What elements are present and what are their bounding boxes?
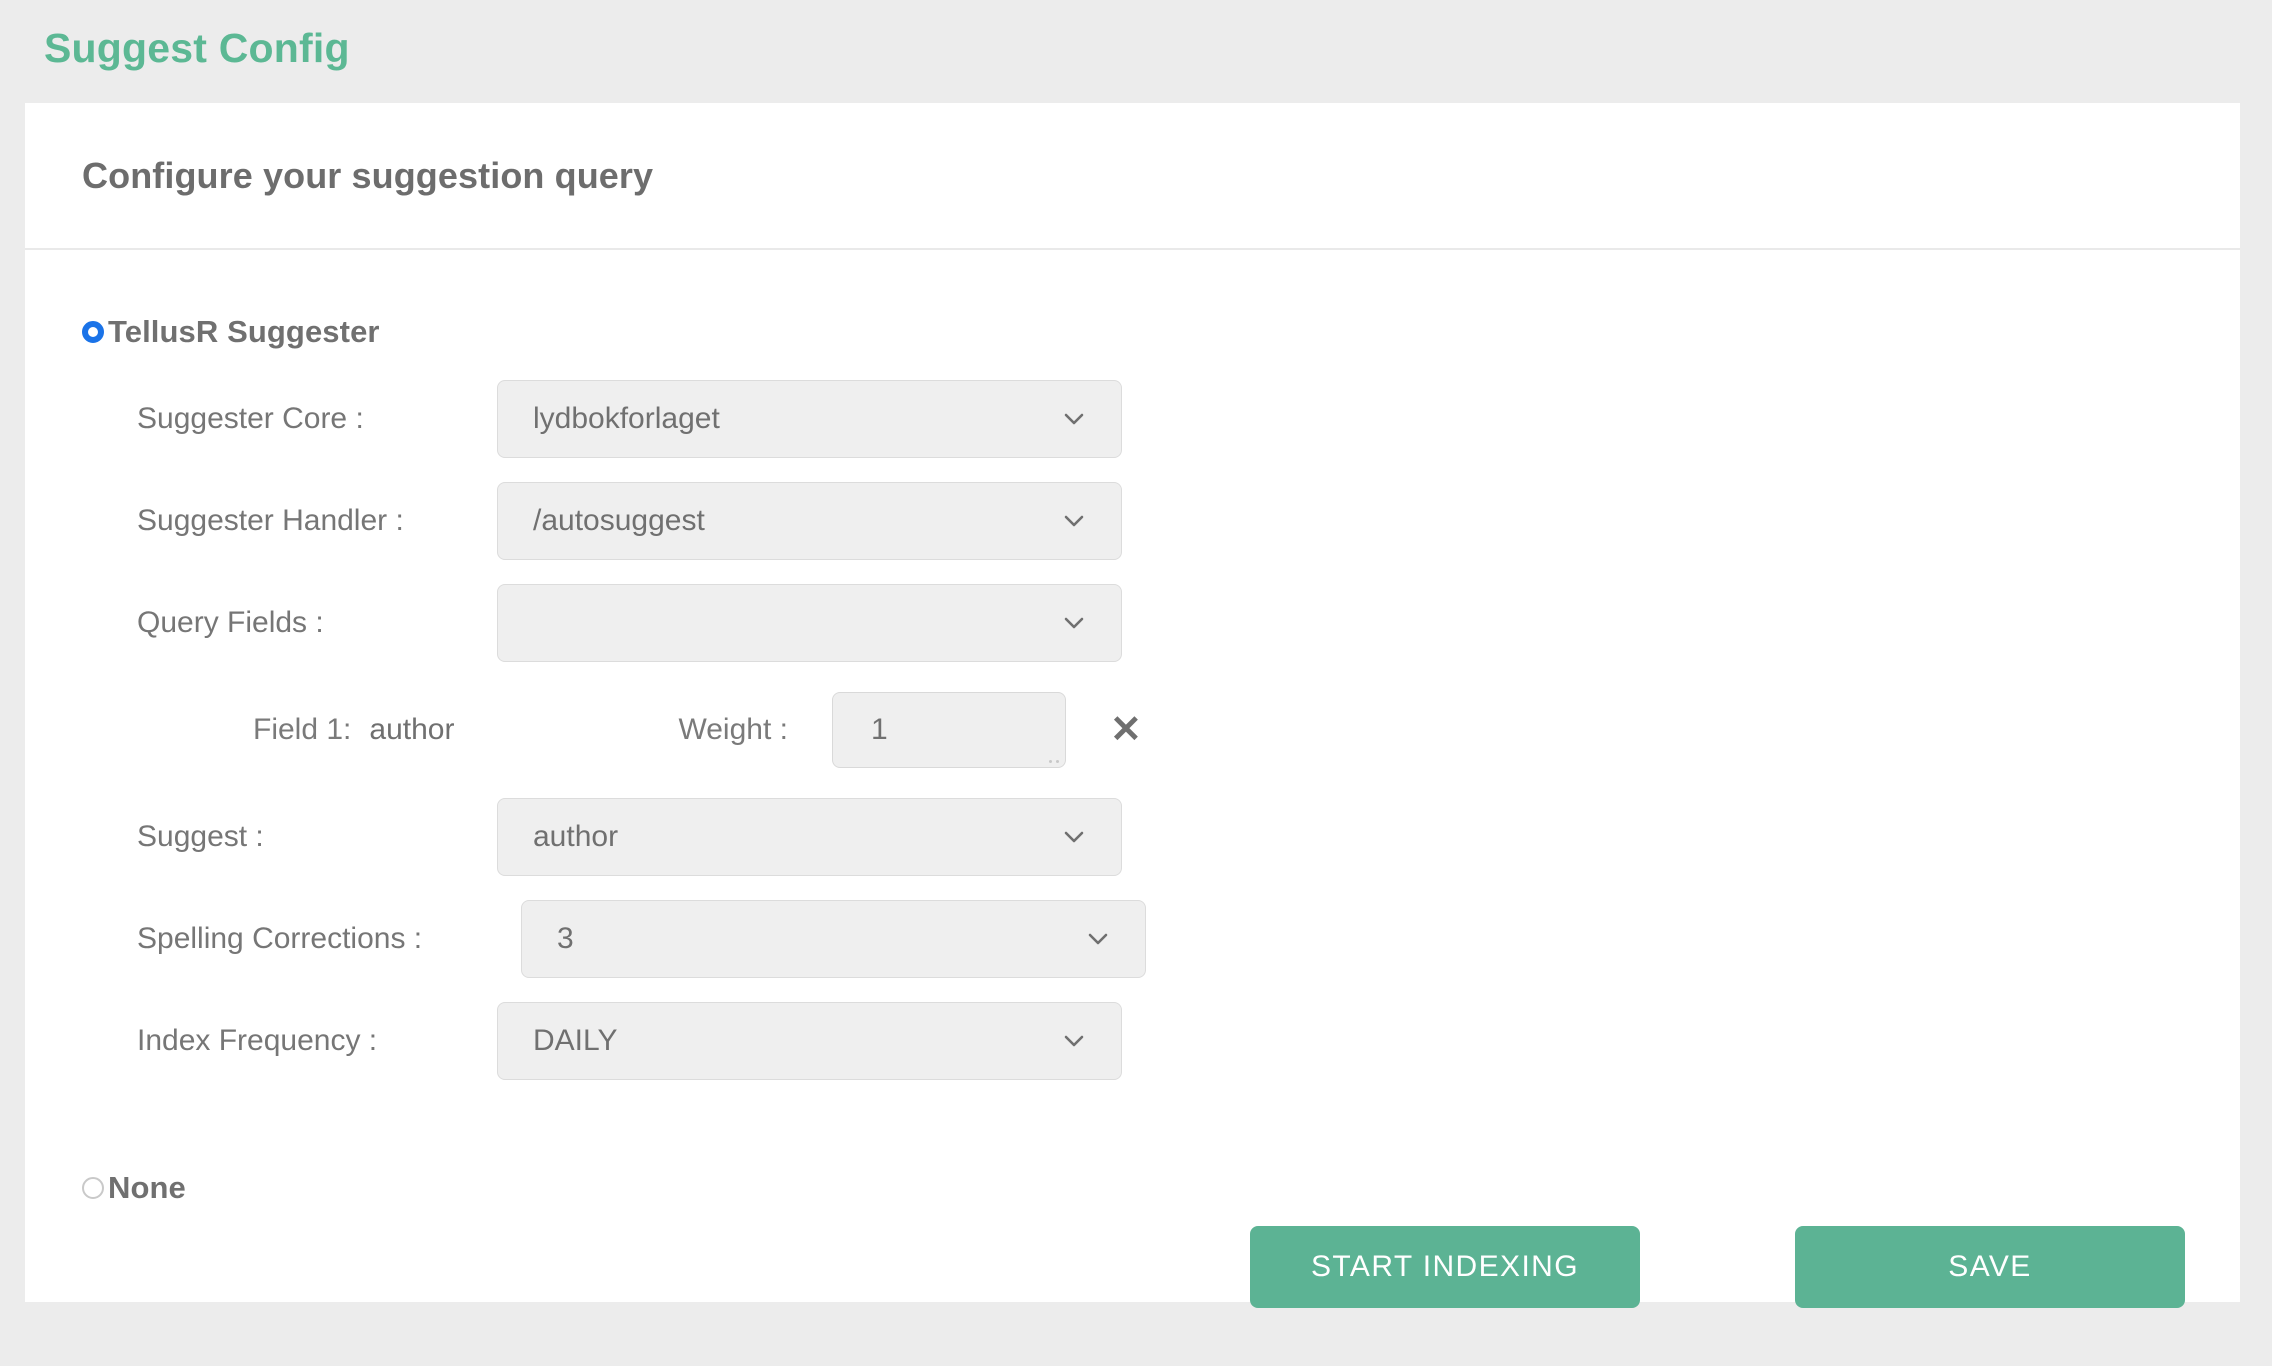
field-index-frequency: DAILY xyxy=(497,1002,1122,1080)
form-row-suggester-core: Suggester Core : lydbokforlaget xyxy=(25,368,2240,470)
page-header: Suggest Config xyxy=(0,0,2272,96)
select-suggester-core[interactable]: lydbokforlaget xyxy=(497,380,1122,458)
value-field-name: author xyxy=(369,713,455,746)
label-field-index: Field 1: xyxy=(253,713,352,746)
label-weight: Weight : xyxy=(678,713,788,746)
card-header-title: Configure your suggestion query xyxy=(82,154,654,196)
option-tellusr-label: TellusR Suggester xyxy=(108,314,380,349)
option-none[interactable]: None xyxy=(25,1170,2240,1206)
select-suggester-handler[interactable]: /autosuggest xyxy=(497,482,1122,560)
chevron-down-icon xyxy=(1063,612,1085,634)
query-field-entry-row: Field 1: author Weight : 1 ✕ xyxy=(25,674,2240,786)
chevron-down-icon xyxy=(1063,826,1085,848)
field-suggester-handler: /autosuggest xyxy=(497,482,1122,560)
select-suggest[interactable]: author xyxy=(497,798,1122,876)
select-index-frequency[interactable]: DAILY xyxy=(497,1002,1122,1080)
suggestion-config-card: Configure your suggestion query TellusR … xyxy=(25,103,2240,1308)
form-row-index-frequency: Index Frequency : DAILY xyxy=(25,990,2240,1092)
field-query-fields xyxy=(497,584,1122,662)
select-suggester-handler-value: /autosuggest xyxy=(533,504,705,537)
form-row-query-fields: Query Fields : xyxy=(25,572,2240,674)
input-weight[interactable]: 1 xyxy=(831,692,1066,768)
select-index-frequency-value: DAILY xyxy=(533,1024,618,1057)
start-indexing-button[interactable]: START INDEXING xyxy=(1250,1226,1640,1308)
field-suggest: author xyxy=(497,798,1122,876)
option-tellusr-suggester[interactable]: TellusR Suggester xyxy=(25,314,2240,350)
label-query-fields: Query Fields : xyxy=(137,606,324,639)
resize-handle-icon[interactable] xyxy=(1045,753,1059,763)
radio-none[interactable] xyxy=(82,1177,104,1199)
radio-tellusr-suggester[interactable] xyxy=(82,321,104,343)
label-spelling-corrections: Spelling Corrections : xyxy=(137,922,423,955)
select-suggest-value: author xyxy=(533,820,619,853)
card-body: TellusR Suggester Suggester Core : lydbo… xyxy=(25,314,2240,1366)
input-weight-value: 1 xyxy=(870,713,888,746)
field-suggester-core: lydbokforlaget xyxy=(497,380,1122,458)
form-row-suggest: Suggest : author xyxy=(25,786,2240,888)
form-row-spelling-corrections: Spelling Corrections : 3 xyxy=(25,888,2240,990)
form-row-suggester-handler: Suggester Handler : /autosuggest xyxy=(25,470,2240,572)
label-suggester-handler: Suggester Handler : xyxy=(137,504,404,537)
label-index-frequency: Index Frequency : xyxy=(137,1024,378,1057)
chevron-down-icon xyxy=(1063,408,1085,430)
suggester-form: Suggester Core : lydbokforlaget Suggeste… xyxy=(25,368,2240,1092)
label-suggester-core: Suggester Core : xyxy=(137,402,364,435)
action-buttons: START INDEXING SAVE xyxy=(1250,1226,2240,1308)
chevron-down-icon xyxy=(1087,928,1109,950)
select-spelling-corrections-value: 3 xyxy=(557,922,574,955)
chevron-down-icon xyxy=(1063,1030,1085,1052)
suggest-config-page: Suggest Config Configure your suggestion… xyxy=(0,0,2272,1308)
card-header: Configure your suggestion query xyxy=(25,103,2240,250)
save-button[interactable]: SAVE xyxy=(1795,1226,2185,1308)
field-spelling-corrections: 3 xyxy=(521,900,1146,978)
page-title: Suggest Config xyxy=(44,24,350,71)
select-spelling-corrections[interactable]: 3 xyxy=(521,900,1146,978)
option-none-label: None xyxy=(108,1170,186,1205)
label-suggest: Suggest : xyxy=(137,820,264,853)
chevron-down-icon xyxy=(1063,510,1085,532)
remove-field-button[interactable]: ✕ xyxy=(1110,711,1142,749)
select-query-fields[interactable] xyxy=(497,584,1122,662)
select-suggester-core-value: lydbokforlaget xyxy=(533,402,720,435)
